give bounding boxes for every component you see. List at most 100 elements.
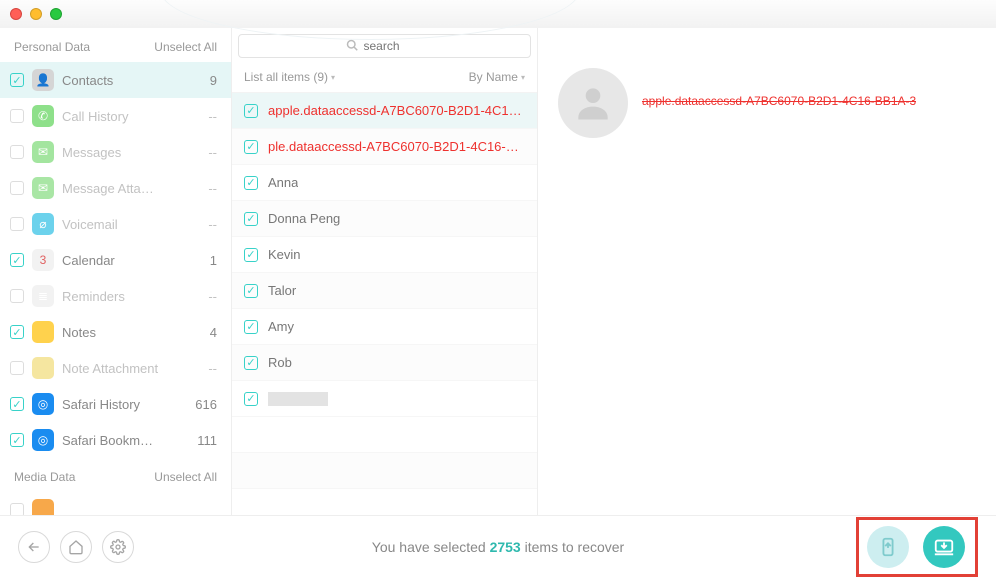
window-close-button[interactable] bbox=[10, 8, 22, 20]
sidebar-item-count: -- bbox=[193, 109, 217, 124]
sidebar-item-safaribm[interactable]: ✓◎Safari Bookm…111 bbox=[0, 422, 231, 458]
empty-row bbox=[232, 417, 537, 453]
status-text: You have selected 2753 items to recover bbox=[372, 539, 624, 555]
item-name: ple.dataaccessd-A7BC6070-B2D1-4C16-BB1A-… bbox=[268, 139, 525, 154]
sidebar-item-messages[interactable]: ✉Messages-- bbox=[0, 134, 231, 170]
checkbox-icon[interactable]: ✓ bbox=[244, 392, 258, 406]
reminders-icon: ≣ bbox=[32, 285, 54, 307]
checkbox-icon[interactable]: ✓ bbox=[10, 73, 24, 87]
sidebar-item-label: Reminders bbox=[62, 289, 185, 304]
sidebar-item-count: -- bbox=[193, 289, 217, 304]
checkbox-icon[interactable]: ✓ bbox=[244, 176, 258, 190]
checkbox-icon[interactable]: ✓ bbox=[244, 284, 258, 298]
checkbox-icon[interactable]: ✓ bbox=[244, 212, 258, 226]
sidebar-item-noteattach[interactable]: Note Attachment -- bbox=[0, 350, 231, 386]
sidebar-item-calendar[interactable]: ✓3Calendar1 bbox=[0, 242, 231, 278]
sidebar-item-attach[interactable]: ✉Message Atta…-- bbox=[0, 170, 231, 206]
calendar-icon: 3 bbox=[32, 249, 54, 271]
contacts-icon: 👤 bbox=[32, 69, 54, 91]
sidebar-item-label: Contacts bbox=[62, 73, 185, 88]
checkbox-icon[interactable] bbox=[10, 217, 24, 231]
safari-icon: ◎ bbox=[32, 393, 54, 415]
window-titlebar bbox=[0, 0, 996, 28]
back-button[interactable] bbox=[18, 531, 50, 563]
list-item[interactable]: ✓ bbox=[232, 381, 537, 417]
checkbox-icon[interactable]: ✓ bbox=[244, 104, 258, 118]
search-bar[interactable] bbox=[238, 34, 531, 58]
unselect-all-link[interactable]: Unselect All bbox=[154, 470, 217, 484]
section-title: Personal Data bbox=[14, 40, 90, 54]
checkbox-icon[interactable]: ✓ bbox=[10, 253, 24, 267]
checkbox-icon[interactable] bbox=[10, 145, 24, 159]
list-item[interactable]: ✓ Rob bbox=[232, 345, 537, 381]
sidebar-item-contacts[interactable]: ✓👤Contacts9 bbox=[0, 62, 231, 98]
section-title: Media Data bbox=[14, 470, 75, 484]
item-name: Talor bbox=[268, 283, 296, 298]
list-item[interactable]: ✓Amy bbox=[232, 309, 537, 345]
checkbox-icon[interactable]: ✓ bbox=[10, 325, 24, 339]
sidebar-item-phone[interactable]: ✆Call History-- bbox=[0, 98, 231, 134]
list-header: List all items (9)▾ By Name▾ bbox=[232, 58, 537, 93]
sidebar-item-count: 111 bbox=[193, 433, 217, 448]
checkbox-icon[interactable]: ✓ bbox=[244, 320, 258, 334]
messages-icon: ✉ bbox=[32, 141, 54, 163]
empty-row bbox=[232, 453, 537, 489]
sidebar-item-voicemail[interactable]: ⌀Voicemail-- bbox=[0, 206, 231, 242]
footer: You have selected 2753 items to recover bbox=[0, 515, 996, 577]
checkbox-icon[interactable] bbox=[10, 181, 24, 195]
window-maximize-button[interactable] bbox=[50, 8, 62, 20]
selected-count: 2753 bbox=[490, 539, 521, 555]
item-name: Kevin bbox=[268, 247, 301, 262]
checkbox-icon[interactable] bbox=[10, 503, 24, 515]
sidebar-item-label: Voicemail bbox=[62, 217, 185, 232]
sidebar-item-label: Note Attachment bbox=[62, 361, 185, 376]
sidebar-item-safari[interactable]: ✓◎Safari History616 bbox=[0, 386, 231, 422]
sidebar-item-label: Notes bbox=[62, 325, 185, 340]
home-button[interactable] bbox=[60, 531, 92, 563]
list-item[interactable]: ✓ apple.dataaccessd-A7BC6070-B2D1-4C16-BB… bbox=[232, 93, 537, 129]
chevron-down-icon: ▾ bbox=[521, 73, 525, 82]
checkbox-icon[interactable] bbox=[10, 361, 24, 375]
list-item[interactable]: ✓ ple.dataaccessd-A7BC6070-B2D1-4C16-BB1A… bbox=[232, 129, 537, 165]
empty-row bbox=[232, 489, 537, 515]
checkbox-icon[interactable]: ✓ bbox=[244, 356, 258, 370]
filter-dropdown[interactable]: List all items (9)▾ bbox=[244, 70, 335, 84]
list-item[interactable]: ✓ Donna Peng bbox=[232, 201, 537, 237]
sidebar-item-count: 4 bbox=[193, 325, 217, 340]
redacted-name bbox=[268, 392, 328, 406]
item-name: Anna bbox=[268, 175, 298, 190]
unselect-all-link[interactable]: Unselect All bbox=[154, 40, 217, 54]
list-item[interactable]: ✓ Anna bbox=[232, 165, 537, 201]
item-name: Rob bbox=[268, 355, 292, 370]
search-input[interactable] bbox=[364, 39, 424, 53]
list-item[interactable]: ✓ Kevin bbox=[232, 237, 537, 273]
checkbox-icon[interactable] bbox=[10, 109, 24, 123]
detail-contact-name: apple.dataaccessd-A7BC6070-B2D1-4C16-BB1… bbox=[642, 94, 916, 108]
window-minimize-button[interactable] bbox=[30, 8, 42, 20]
sort-dropdown[interactable]: By Name▾ bbox=[469, 70, 525, 84]
attach-icon: ✉ bbox=[32, 177, 54, 199]
item-name: Donna Peng bbox=[268, 211, 340, 226]
sidebar-item-reminders[interactable]: ≣ Reminders -- bbox=[0, 278, 231, 314]
sidebar-item-label: Safari History bbox=[62, 397, 185, 412]
checkbox-icon[interactable]: ✓ bbox=[244, 140, 258, 154]
detail-panel: apple.dataaccessd-A7BC6070-B2D1-4C16-BB1… bbox=[538, 28, 996, 515]
item-name: apple.dataaccessd-A7BC6070-B2D1-4C16-BB1… bbox=[268, 103, 525, 118]
sidebar-item-label: Message Atta… bbox=[62, 181, 185, 196]
sidebar-item-photos[interactable] bbox=[0, 492, 231, 515]
sidebar-item-notes[interactable]: ✓ Notes 4 bbox=[0, 314, 231, 350]
recover-to-device-button[interactable] bbox=[867, 526, 909, 568]
list-item[interactable]: ✓ Talor bbox=[232, 273, 537, 309]
safaribm-icon: ◎ bbox=[32, 429, 54, 451]
item-list-panel: List all items (9)▾ By Name▾ ✓ apple.data… bbox=[232, 28, 538, 515]
checkbox-icon[interactable]: ✓ bbox=[10, 433, 24, 447]
checkbox-icon[interactable]: ✓ bbox=[244, 248, 258, 262]
checkbox-icon[interactable] bbox=[10, 289, 24, 303]
sidebar-item-count: -- bbox=[193, 361, 217, 376]
recover-to-computer-button[interactable] bbox=[923, 526, 965, 568]
settings-button[interactable] bbox=[102, 531, 134, 563]
sidebar-item-count: -- bbox=[193, 145, 217, 160]
item-rows: ✓ apple.dataaccessd-A7BC6070-B2D1-4C16-BB… bbox=[232, 93, 537, 515]
avatar bbox=[558, 68, 628, 138]
checkbox-icon[interactable]: ✓ bbox=[10, 397, 24, 411]
